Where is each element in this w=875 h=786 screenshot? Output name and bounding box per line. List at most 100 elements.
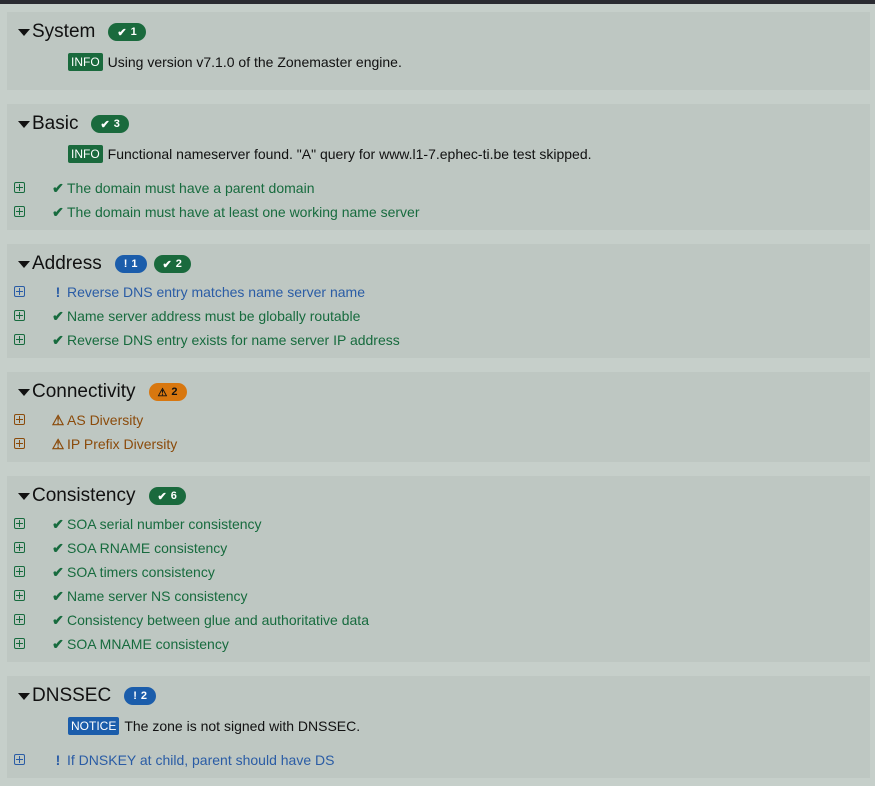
message-row: INFO Functional nameserver found. "A" que… — [68, 142, 870, 166]
test-item-label[interactable]: Name server NS consistency — [67, 588, 248, 604]
check-icon: ✔ — [52, 331, 64, 348]
test-item-label[interactable]: IP Prefix Diversity — [67, 436, 177, 452]
check-icon: ✔ — [117, 26, 127, 39]
check-icon: ✔ — [157, 490, 167, 503]
check-icon: ✔ — [52, 539, 64, 556]
count-badge: ✔ 3 — [91, 115, 129, 133]
test-item-label[interactable]: Consistency between glue and authoritati… — [67, 612, 369, 628]
section-title: Basic — [32, 113, 79, 134]
caret-down-icon[interactable] — [18, 388, 30, 396]
test-item[interactable]: ✔ SOA serial number consistency — [7, 512, 870, 536]
section-title: DNSSEC — [32, 685, 112, 706]
count-badge: ✔ 6 — [148, 487, 186, 505]
check-icon: ✔ — [52, 307, 64, 324]
expand-plus-icon[interactable] — [14, 542, 25, 553]
test-item[interactable]: ✔ Consistency between glue and authoritat… — [7, 608, 870, 632]
section-header[interactable]: DNSSEC ! 2 — [7, 683, 870, 709]
check-icon: ✔ — [52, 179, 64, 196]
section-header[interactable]: System ✔ 1 — [7, 19, 870, 45]
exclamation-icon: ! — [133, 690, 137, 702]
check-icon: ✔ — [162, 258, 172, 271]
section-system: System ✔ 1 INFO Using version v7.1.0 of the … — [7, 12, 870, 90]
caret-down-icon[interactable] — [18, 260, 30, 268]
test-item[interactable]: ✔ SOA MNAME consistency — [7, 632, 870, 656]
badge-count: 2 — [171, 386, 178, 398]
test-item[interactable]: ⚠ AS Diversity — [7, 408, 870, 432]
expand-plus-icon[interactable] — [14, 590, 25, 601]
expand-plus-icon[interactable] — [14, 566, 25, 577]
test-item[interactable]: ✔ Name server address must be globally ro… — [7, 304, 870, 328]
badge-count: 3 — [113, 118, 120, 130]
test-item-label[interactable]: The domain must have at least one workin… — [67, 204, 420, 220]
test-item[interactable]: ✔ SOA timers consistency — [7, 560, 870, 584]
section-connectivity: Connectivity ⚠ 2 ⚠ AS Diversity ⚠ IP Prefix Di… — [7, 372, 870, 462]
caret-down-icon[interactable] — [18, 692, 30, 700]
section-title: Connectivity — [32, 381, 136, 402]
check-icon: ✔ — [52, 563, 64, 580]
section-header[interactable]: Consistency ✔ 6 — [7, 483, 870, 509]
badge-count: 1 — [130, 26, 137, 38]
expand-plus-icon[interactable] — [14, 754, 25, 765]
check-icon: ✔ — [52, 203, 64, 220]
test-item-label[interactable]: SOA serial number consistency — [67, 516, 262, 532]
expand-plus-icon[interactable] — [14, 182, 25, 193]
test-item[interactable]: ✔ SOA RNAME consistency — [7, 536, 870, 560]
badge-count: 6 — [170, 490, 177, 502]
test-item-label[interactable]: SOA MNAME consistency — [67, 636, 229, 652]
warning-icon: ⚠ — [51, 435, 65, 452]
expand-plus-icon[interactable] — [14, 334, 25, 345]
count-badge: ! 2 — [124, 687, 156, 705]
test-item[interactable]: ✔ The domain must have a parent domain — [7, 176, 870, 200]
section-title: Consistency — [32, 485, 136, 506]
warning-icon: ⚠ — [51, 411, 65, 428]
section-address: Address! 1 ✔ 2! Reverse DNS entry matches na… — [7, 244, 870, 358]
section-header[interactable]: Connectivity ⚠ 2 — [7, 379, 870, 405]
expand-plus-icon[interactable] — [14, 286, 25, 297]
expand-plus-icon[interactable] — [14, 614, 25, 625]
test-item-label[interactable]: SOA RNAME consistency — [67, 540, 227, 556]
caret-down-icon[interactable] — [18, 492, 30, 500]
expand-plus-icon[interactable] — [14, 310, 25, 321]
test-item[interactable]: ✔ The domain must have at least one worki… — [7, 200, 870, 224]
level-tag: INFO — [68, 53, 103, 71]
badge-count: 1 — [131, 258, 138, 270]
caret-down-icon[interactable] — [18, 28, 30, 36]
expand-plus-icon[interactable] — [14, 638, 25, 649]
expand-plus-icon[interactable] — [14, 438, 25, 449]
check-icon: ✔ — [52, 515, 64, 532]
section-header[interactable]: Basic ✔ 3 — [7, 111, 870, 137]
test-item-label[interactable]: If DNSKEY at child, parent should have D… — [67, 752, 334, 768]
test-item[interactable]: ! If DNSKEY at child, parent should have … — [7, 748, 870, 772]
test-item-label[interactable]: AS Diversity — [67, 412, 143, 428]
message-row: NOTICE The zone is not signed with DNSSEC… — [68, 714, 870, 738]
test-item-label[interactable]: The domain must have a parent domain — [67, 180, 314, 196]
test-item[interactable]: ✔ Name server NS consistency — [7, 584, 870, 608]
test-item-label[interactable]: SOA timers consistency — [67, 564, 215, 580]
level-tag: NOTICE — [68, 717, 120, 735]
check-icon: ✔ — [52, 635, 64, 652]
count-badge: ✔ 1 — [108, 23, 146, 41]
test-item-label[interactable]: Reverse DNS entry matches name server na… — [67, 284, 365, 300]
warning-icon: ⚠ — [157, 386, 168, 399]
section-header[interactable]: Address! 1 ✔ 2 — [7, 251, 870, 277]
count-badge: ✔ 2 — [153, 255, 191, 273]
count-badge: ! 1 — [114, 255, 147, 273]
exclamation-icon: ! — [123, 258, 128, 270]
expand-plus-icon[interactable] — [14, 518, 25, 529]
test-item-label[interactable]: Name server address must be globally rou… — [67, 308, 360, 324]
section-title: Address — [32, 253, 102, 274]
check-icon: ✔ — [100, 118, 110, 131]
test-item[interactable]: ! Reverse DNS entry matches name server n… — [7, 280, 870, 304]
test-item[interactable]: ✔ Reverse DNS entry exists for name serve… — [7, 328, 870, 352]
expand-plus-icon[interactable] — [14, 206, 25, 217]
exclamation-icon: ! — [55, 284, 61, 300]
message-text: Functional nameserver found. "A" query f… — [107, 146, 592, 162]
expand-plus-icon[interactable] — [14, 414, 25, 425]
test-item-label[interactable]: Reverse DNS entry exists for name server… — [67, 332, 400, 348]
check-icon: ✔ — [52, 611, 64, 628]
level-tag: INFO — [68, 145, 103, 163]
caret-down-icon[interactable] — [18, 120, 30, 128]
check-icon: ✔ — [52, 587, 64, 604]
message-row: INFO Using version v7.1.0 of the Zonemast… — [68, 50, 870, 74]
test-item[interactable]: ⚠ IP Prefix Diversity — [7, 432, 870, 456]
